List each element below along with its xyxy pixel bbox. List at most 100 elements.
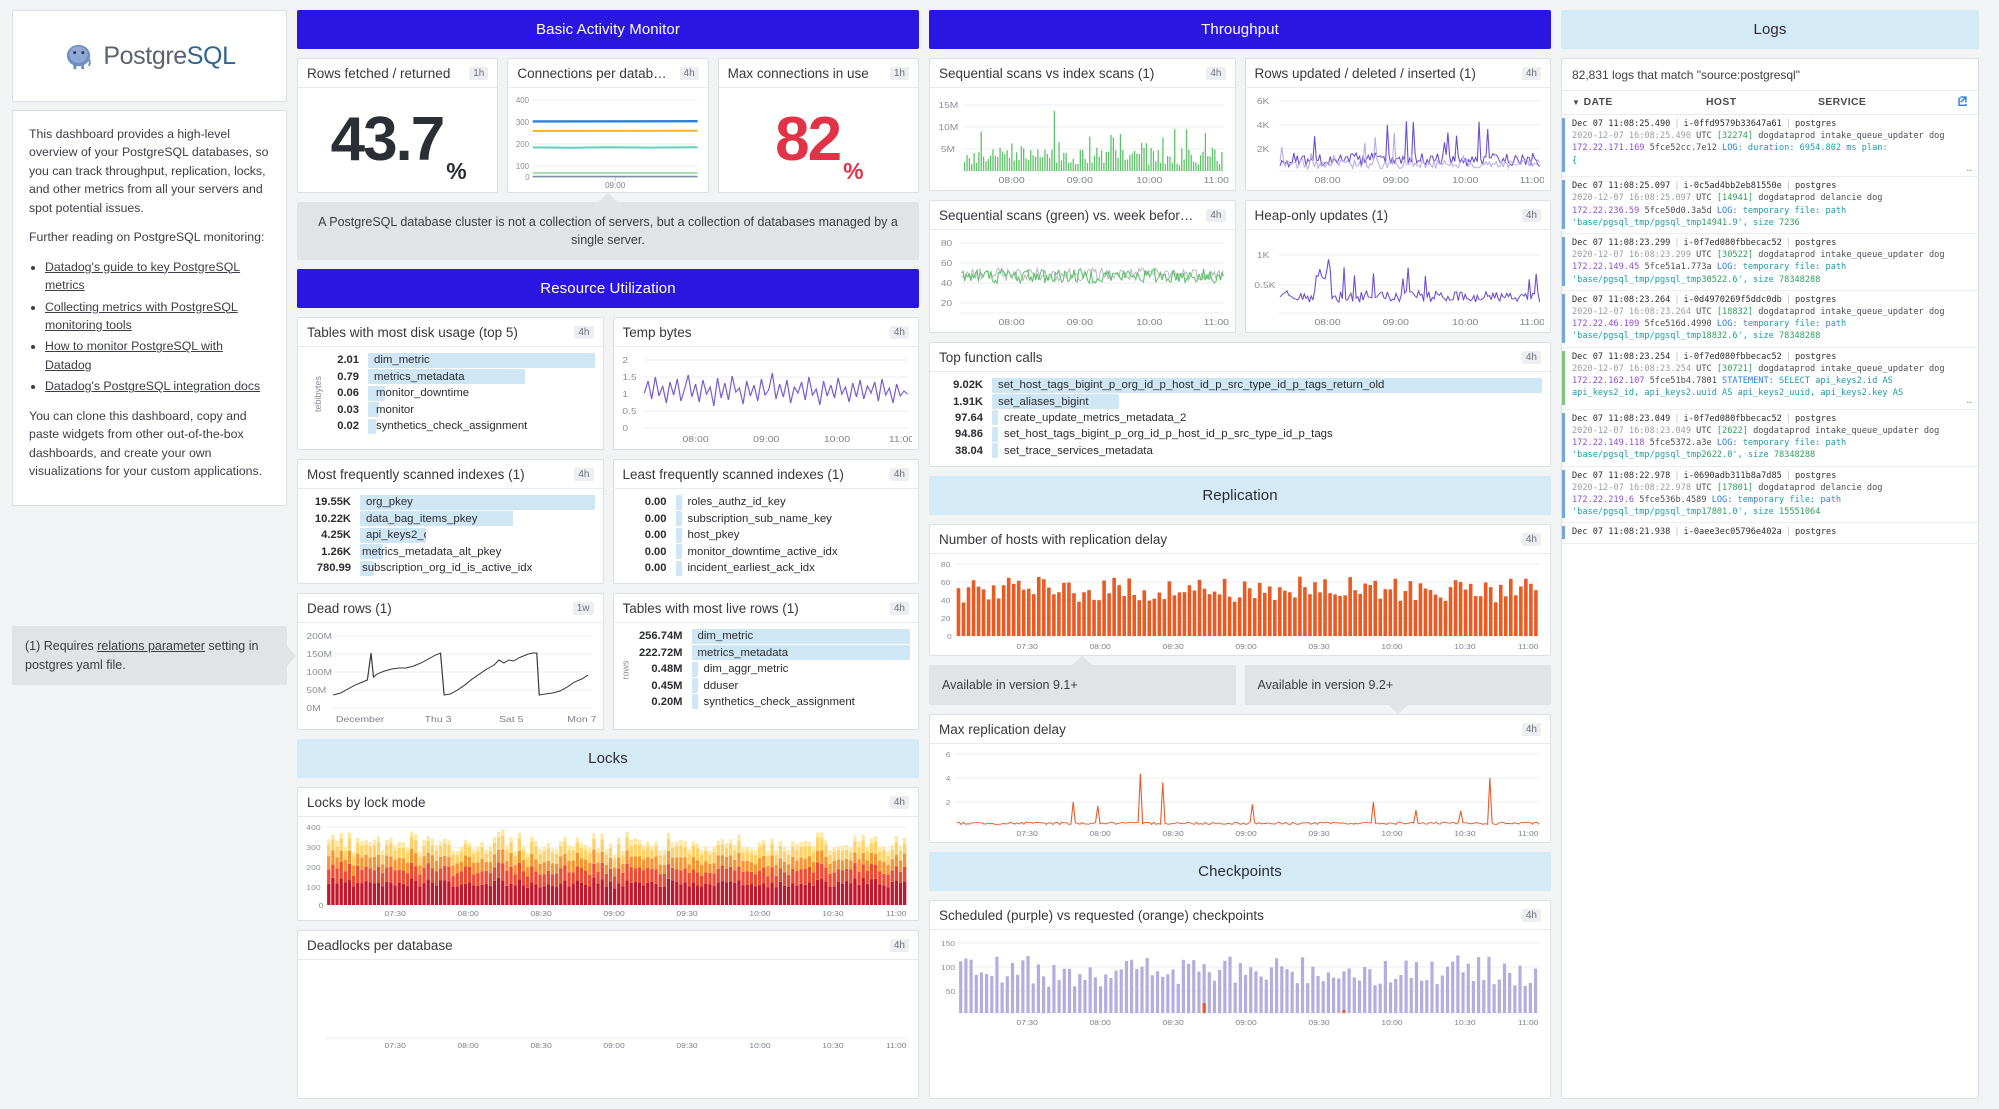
table-row[interactable]: 0.06monitor_downtime xyxy=(314,385,595,401)
list-item[interactable]: Dec 07 11:08:23.264|i-0d4970269f5ddc0db|… xyxy=(1562,291,1978,348)
table-row[interactable]: 0.20Msynthetics_check_assignment xyxy=(630,694,911,710)
time-range-badge[interactable]: 4h xyxy=(1522,723,1541,736)
time-range-badge[interactable]: 4h xyxy=(1522,533,1541,546)
widget-sequential-scans-vs-week-before[interactable]: Sequential scans (green) vs. week before… xyxy=(929,200,1236,333)
time-range-badge[interactable]: 1h xyxy=(469,67,488,80)
logs-entry-list[interactable]: Dec 07 11:08:25.490|i-0ffd9579b33647a61|… xyxy=(1562,115,1978,1098)
time-range-badge[interactable]: 4h xyxy=(1206,209,1225,222)
table-row[interactable]: 0.00incident_earliest_ack_idx xyxy=(622,560,911,576)
column-header-date[interactable]: ▼ DATE xyxy=(1572,97,1706,108)
table-row[interactable]: 256.74Mdim_metric xyxy=(630,628,911,644)
time-range-badge[interactable]: 4h xyxy=(1522,351,1541,364)
time-range-badge[interactable]: 4h xyxy=(890,326,909,339)
log-header: Dec 07 11:08:23.299|i-0f7ed080fbbecac52|… xyxy=(1572,237,1972,249)
table-row[interactable]: 0.48Mdim_aggr_metric xyxy=(630,661,911,677)
list-item[interactable]: Dec 07 11:08:21.938|i-0aee3ec05796e402a|… xyxy=(1562,523,1978,543)
column-header-service[interactable]: SERVICE xyxy=(1818,97,1957,108)
widget-heap-only-updates[interactable]: Heap-only updates (1) 4h 1K 0.5K 08:00 0… xyxy=(1245,200,1552,333)
table-row[interactable]: 94.86set_host_tags_bigint_p_org_id_p_hos… xyxy=(938,426,1542,442)
list-item[interactable]: Dec 07 11:08:23.049|i-0f7ed080fbbecac52|… xyxy=(1562,410,1978,467)
log-status-stripe xyxy=(1562,180,1565,229)
time-range-badge[interactable]: 4h xyxy=(574,326,593,339)
chart-rows-updated-deleted-inserted: 6K 4K 2K 08:00 09:00 10:00 11:00 xyxy=(1246,88,1551,190)
svg-text:11:00: 11:00 xyxy=(1204,176,1229,186)
widget-most-scanned-indexes[interactable]: Most frequently scanned indexes (1) 4h 1… xyxy=(297,459,604,584)
time-range-badge[interactable]: 1w xyxy=(573,602,594,615)
widget-temp-bytes[interactable]: Temp bytes 4h 2 1.5 1 0.5 0 xyxy=(613,317,920,450)
open-external-icon[interactable] xyxy=(1957,95,1968,109)
table-row[interactable]: 780.99subscription_org_id_is_active_idx xyxy=(306,560,595,576)
column-header-host[interactable]: HOST xyxy=(1706,97,1818,108)
table-row[interactable]: 0.03monitor xyxy=(314,401,595,417)
log-message: 2020-12-07 16:08:22.978 UTC [17801] dogd… xyxy=(1572,482,1972,519)
widget-rows-updated-deleted-inserted[interactable]: Rows updated / deleted / inserted (1) 4h… xyxy=(1245,58,1552,191)
time-range-badge[interactable]: 4h xyxy=(1522,209,1541,222)
list-item[interactable]: Dec 07 11:08:23.254|i-0f7ed080fbbecac52|… xyxy=(1562,348,1978,410)
list-item[interactable]: Dec 07 11:08:25.490|i-0ffd9579b33647a61|… xyxy=(1562,115,1978,177)
link-collecting-metrics[interactable]: Collecting metrics with PostgreSQL monit… xyxy=(45,300,238,332)
log-truncation-indicator[interactable]: … xyxy=(1572,167,1972,172)
table-row[interactable]: 19.55Korg_pkey xyxy=(306,494,595,510)
svg-text:0.5: 0.5 xyxy=(622,407,636,416)
time-range-badge[interactable]: 4h xyxy=(890,796,909,809)
sort-arrow-icon[interactable]: ▼ xyxy=(1572,98,1580,107)
log-date: Dec 07 11:08:25.490 xyxy=(1572,119,1670,129)
log-truncation-indicator[interactable]: … xyxy=(1572,399,1972,404)
widget-scheduled-vs-requested-checkpoints[interactable]: Scheduled (purple) vs requested (orange)… xyxy=(929,900,1551,1099)
link-how-to-monitor[interactable]: How to monitor PostgreSQL with Datadog xyxy=(45,339,223,371)
table-row[interactable]: 4.25Kapi_keys2_org_id_idx xyxy=(306,527,595,543)
widget-tables-most-disk-usage[interactable]: Tables with most disk usage (top 5) 4h t… xyxy=(297,317,604,450)
log-host: i-0d4970269f5ddc0db xyxy=(1684,295,1782,305)
table-row[interactable]: 0.00host_pkey xyxy=(622,527,911,543)
time-range-badge[interactable]: 4h xyxy=(1522,67,1541,80)
time-range-badge[interactable]: 4h xyxy=(890,602,909,615)
table-row[interactable]: 0.79metrics_metadata xyxy=(314,369,595,385)
list-item[interactable]: Dec 07 11:08:23.299|i-0f7ed080fbbecac52|… xyxy=(1562,234,1978,291)
table-row[interactable]: 0.00subscription_sub_name_key xyxy=(622,511,911,527)
widget-deadlocks-per-database[interactable]: Deadlocks per database 4h 07:30 08:00 08… xyxy=(297,930,919,1099)
svg-text:10M: 10M xyxy=(938,123,958,132)
table-row[interactable]: 38.04set_trace_services_metadata xyxy=(938,443,1542,459)
time-range-badge[interactable]: 1h xyxy=(890,67,909,80)
table-row[interactable]: 9.02Kset_host_tags_bigint_p_org_id_p_hos… xyxy=(938,377,1542,393)
time-range-badge[interactable]: 4h xyxy=(574,468,593,481)
widget-dead-rows[interactable]: Dead rows (1) 1w 200M 150M 100M 50M 0M xyxy=(297,593,604,730)
widget-title: Tables with most disk usage (top 5) xyxy=(307,325,518,340)
widget-title-bar: Sequential scans (green) vs. week before… xyxy=(930,201,1235,230)
widget-logs-stream[interactable]: 82,831 logs that match "source:postgresq… xyxy=(1561,58,1979,1099)
time-range-badge[interactable]: 4h xyxy=(890,468,909,481)
svg-text:60: 60 xyxy=(941,579,951,587)
table-row[interactable]: 10.22Kdata_bag_items_pkey xyxy=(306,511,595,527)
widget-top-function-calls[interactable]: Top function calls 4h 9.02Kset_host_tags… xyxy=(929,342,1551,467)
big-number-unit: % xyxy=(446,158,464,185)
table-row[interactable]: 0.00monitor_downtime_active_idx xyxy=(622,543,911,559)
table-row[interactable]: 222.72Mmetrics_metadata xyxy=(630,645,911,661)
table-row[interactable]: 2.01dim_metric xyxy=(314,352,595,368)
time-range-badge[interactable]: 4h xyxy=(890,939,909,952)
table-row[interactable]: 0.00roles_authz_id_key xyxy=(622,494,911,510)
table-row[interactable]: 97.64create_update_metrics_metadata_2 xyxy=(938,410,1542,426)
table-row[interactable]: 1.91Kset_aliases_bigint xyxy=(938,393,1542,409)
widget-tables-most-live-rows[interactable]: Tables with most live rows (1) 4h rows 2… xyxy=(613,593,920,730)
link-key-metrics[interactable]: Datadog's guide to key PostgreSQL metric… xyxy=(45,260,240,292)
time-range-badge[interactable]: 4h xyxy=(680,67,699,80)
list-item[interactable]: Dec 07 11:08:25.097|i-0c5ad4bb2eb81550e|… xyxy=(1562,177,1978,234)
table-row[interactable]: 0.45Mdduser xyxy=(630,677,911,693)
widget-hosts-with-replication-delay[interactable]: Number of hosts with replication delay 4… xyxy=(929,524,1551,656)
time-range-badge[interactable]: 4h xyxy=(1522,909,1541,922)
widget-sequential-vs-index-scans[interactable]: Sequential scans vs index scans (1) 4h 1… xyxy=(929,58,1236,191)
svg-text:08:30: 08:30 xyxy=(530,1042,552,1050)
link-integration-docs[interactable]: Datadog's PostgreSQL integration docs xyxy=(45,379,260,393)
logs-match-count: 82,831 logs that match "source:postgresq… xyxy=(1562,59,1978,90)
table-row[interactable]: 1.26Kmetrics_metadata_alt_pkey xyxy=(306,543,595,559)
widget-locks-by-lock-mode[interactable]: Locks by lock mode 4h 400 300 200 100 0 … xyxy=(297,787,919,921)
widget-rows-fetched-returned[interactable]: Rows fetched / returned 1h 43.7 % xyxy=(297,58,498,193)
widget-connections-per-database[interactable]: Connections per database 4h 400 300 200 … xyxy=(507,58,708,193)
list-item[interactable]: Dec 07 11:08:22.978|i-0690adb311b8a7d85|… xyxy=(1562,467,1978,524)
footnote-link[interactable]: relations parameter xyxy=(97,639,205,653)
widget-least-scanned-indexes[interactable]: Least frequently scanned indexes (1) 4h … xyxy=(613,459,920,584)
widget-max-replication-delay[interactable]: Max replication delay 4h 6 4 2 07:30 08:… xyxy=(929,714,1551,843)
time-range-badge[interactable]: 4h xyxy=(1206,67,1225,80)
table-row[interactable]: 0.02synthetics_check_assignment xyxy=(314,418,595,434)
widget-max-connections-in-use[interactable]: Max connections in use 1h 82 % xyxy=(718,58,919,193)
